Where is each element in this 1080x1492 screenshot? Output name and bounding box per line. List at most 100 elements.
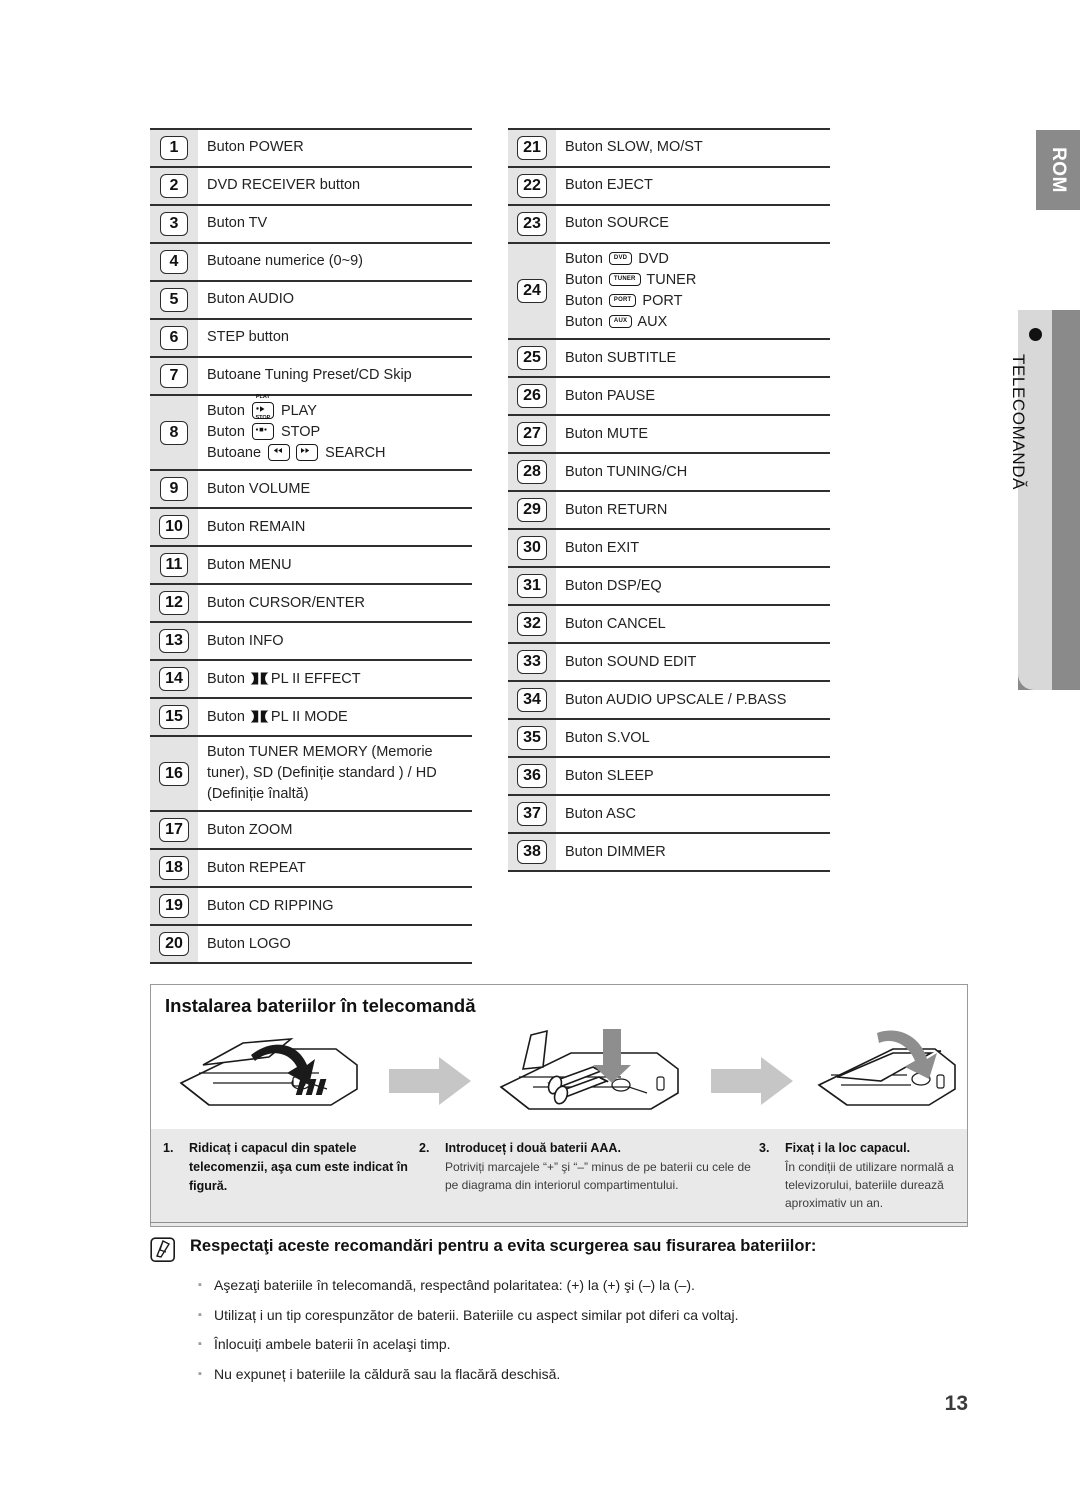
table-row: 6 STEP button	[150, 318, 472, 356]
row-description-cell: Buton PL II EFFECT	[198, 661, 472, 697]
row-number-cell: 34	[508, 682, 556, 719]
row-number-cell: 15	[150, 699, 198, 736]
row-description-cell: Buton DVD DVD Buton TUNER TUNER Buton PORT…	[556, 244, 830, 338]
table-row: 11 Buton MENU	[150, 545, 472, 584]
row-number-cell: 1	[150, 130, 198, 166]
list-item: ▪ Înlocuiți ambele baterii în acelaşi tim…	[198, 1335, 968, 1355]
row-number-badge: 36	[517, 764, 547, 789]
row-description-line: STEP button	[207, 329, 289, 346]
row-description-cell: Buton INFO	[198, 623, 472, 659]
row-number-badge: 13	[159, 629, 189, 654]
row-number-badge: 22	[517, 174, 547, 198]
table-row: 28 Buton TUNING/CH	[508, 452, 830, 491]
list-item-text: Nu expuneț i bateriile la căldură sau la…	[214, 1365, 561, 1382]
list-item-text: Înlocuiți ambele baterii în acelaşi timp…	[214, 1336, 451, 1353]
row-number-cell: 25	[508, 340, 556, 377]
table-row: 1 Buton POWER	[150, 128, 472, 166]
row-number-cell: 2	[150, 168, 198, 204]
row-number-badge: 28	[517, 460, 547, 485]
table-row: 12 Buton CURSOR/ENTER	[150, 583, 472, 622]
battery-install-box: Instalarea bateriilor în telecomandă 1. …	[150, 984, 968, 1227]
row-number-cell: 4	[150, 244, 198, 280]
list-item: ▪ Aşezaţi bateriile în telecomandă, respe…	[198, 1276, 968, 1296]
table-row: 9 Buton VOLUME	[150, 469, 472, 508]
row-number-cell: 26	[508, 378, 556, 415]
row-description-cell: Buton EXIT	[556, 530, 830, 566]
row-number-badge: 23	[517, 212, 547, 236]
row-number-cell: 33	[508, 644, 556, 681]
row-description-cell: Buton POWER	[198, 130, 472, 166]
row-description-cell: Buton SLOW, MO/ST	[556, 130, 830, 166]
battery-step-1-title: Ridicaț i capacul din spatele telecomenz…	[189, 1141, 408, 1193]
row-description-line: Buton AUDIO UPSCALE / P.BASS	[565, 691, 787, 708]
row-number-badge: 15	[159, 705, 189, 730]
table-row: 36 Buton SLEEP	[508, 756, 830, 795]
row-description-cell: Buton LOGO	[198, 926, 472, 962]
chapter-tab: TELECOMANDĂ	[1009, 310, 1080, 690]
table-row: 4 Butoane numerice (0~9)	[150, 242, 472, 280]
battery-step-2-text: Potriviți marcajele “+” şi “–” minus de …	[445, 1159, 751, 1192]
table-row: 14 Buton PL II EFFECT	[150, 659, 472, 698]
row-description-line: DVD RECEIVER button	[207, 177, 361, 194]
row-number-badge: 31	[517, 574, 547, 599]
search-forward-icon	[296, 443, 319, 461]
row-number-badge: 20	[159, 932, 189, 957]
row-number-badge: 37	[517, 802, 547, 827]
row-number-cell: 3	[150, 206, 198, 242]
table-row: 32 Buton CANCEL	[508, 604, 830, 643]
battery-step-3: 3. Fixaț i la loc capacul. În condiții d…	[759, 1139, 955, 1212]
battery-notes-list: ▪ Aşezaţi bateriile în telecomandă, respe…	[150, 1276, 968, 1384]
row-description-cell: Buton EJECT	[556, 168, 830, 204]
battery-step-2: 2. Introduceț i două baterii AAA. Potriv…	[419, 1139, 759, 1212]
row-number-badge: 32	[517, 612, 547, 637]
row-number-badge: 21	[517, 136, 547, 160]
row-number-cell: 37	[508, 796, 556, 833]
row-description-line: Buton DIMMER	[565, 843, 666, 860]
table-row: 30 Buton EXIT	[508, 528, 830, 567]
row-description-line: Buton PORT PORT	[565, 293, 683, 310]
table-row: 22 Buton EJECT	[508, 166, 830, 204]
row-number-cell: 17	[150, 812, 198, 849]
tuner-key-icon: TUNER	[608, 272, 641, 286]
row-number-badge: 8	[160, 420, 188, 445]
battery-step-3-title: Fixaț i la loc capacul.	[785, 1141, 911, 1155]
row-description-cell: Buton CURSOR/ENTER	[198, 585, 472, 621]
row-description-line: Buton POWER	[207, 139, 304, 156]
row-number-badge: 17	[159, 818, 189, 843]
row-number-cell: 12	[150, 585, 198, 622]
row-number-badge: 7	[160, 364, 188, 388]
row-description-line: Buton ZOOM	[207, 821, 293, 838]
row-number-cell: 20	[150, 926, 198, 963]
row-number-cell: 31	[508, 568, 556, 605]
button-table-left: 1 Buton POWER 2 DVD RECEIVER button 3 Buton T…	[150, 128, 472, 965]
row-description-line: Buton ASC	[565, 805, 636, 822]
stop-key-icon: STOP	[251, 415, 274, 440]
row-number-badge: 24	[517, 279, 547, 304]
row-description-line: Buton RETURN	[565, 501, 668, 518]
row-description-line: Buton EJECT	[565, 177, 653, 194]
table-row: 34 Buton AUDIO UPSCALE / P.BASS	[508, 680, 830, 719]
row-number-badge: 14	[159, 667, 189, 692]
button-table-right: 21 Buton SLOW, MO/ST 22 Buton EJECT 23 Buton …	[508, 128, 830, 873]
note-pencil-icon	[150, 1235, 190, 1268]
battery-notes: Respectaţi aceste recomandări pentru a e…	[150, 1222, 968, 1394]
row-description-cell: Buton RETURN	[556, 492, 830, 528]
dvd-key-icon: DVD	[608, 251, 633, 265]
row-number-cell: 5	[150, 282, 198, 318]
battery-step-1-number: 1.	[163, 1141, 174, 1155]
row-number-badge: 29	[517, 498, 547, 523]
table-row: 18 Buton REPEAT	[150, 848, 472, 887]
row-number-cell: 36	[508, 758, 556, 795]
row-description-cell: Buton DIMMER	[556, 834, 830, 870]
row-number-cell: 24	[508, 244, 556, 339]
table-row: 27 Buton MUTE	[508, 414, 830, 453]
search-rewind-icon	[268, 443, 291, 461]
row-description-line: Buton CANCEL	[565, 615, 666, 632]
row-description-cell: STEP button	[198, 320, 472, 356]
row-description-cell: Buton SOURCE	[556, 206, 830, 242]
table-row: 31 Buton DSP/EQ	[508, 566, 830, 605]
table-row: 37 Buton ASC	[508, 794, 830, 833]
table-row: 25 Buton SUBTITLE	[508, 338, 830, 377]
row-number-cell: 19	[150, 888, 198, 925]
table-row: 5 Buton AUDIO	[150, 280, 472, 318]
